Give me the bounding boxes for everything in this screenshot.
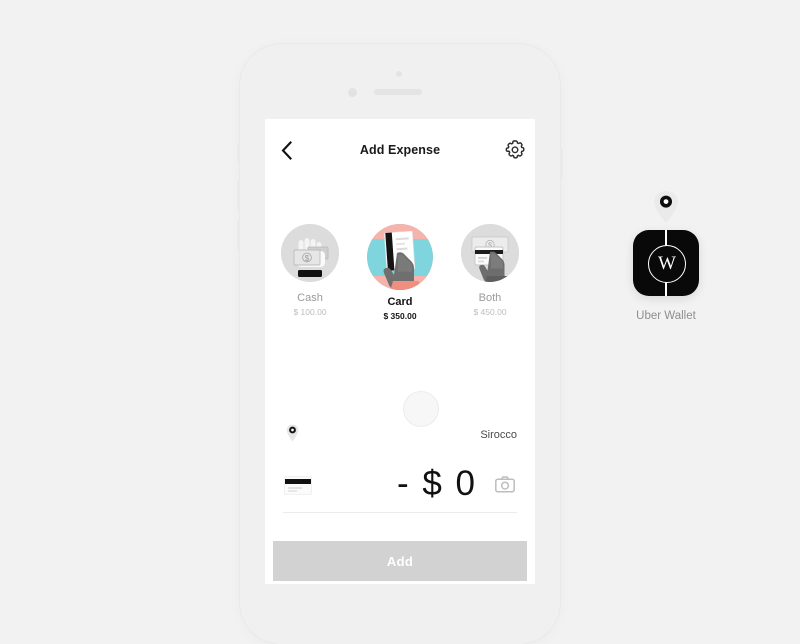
amount-input[interactable]: - $ 0 (397, 462, 477, 506)
cash-in-hand-icon: $ (281, 224, 339, 282)
card-stripe (285, 479, 311, 484)
card-and-cash-icon: $ (461, 224, 519, 282)
payment-option-card[interactable]: Card $ 350.00 (360, 224, 440, 321)
gear-icon (505, 140, 525, 159)
amount-row: - $ 0 (283, 464, 517, 508)
app-icon-ring: W (648, 245, 686, 283)
location-pin-icon (653, 190, 679, 224)
app-shortcut: W Uber Wallet (620, 190, 712, 322)
avatar-placeholder[interactable] (403, 391, 439, 427)
page-title: Add Expense (359, 143, 441, 157)
add-button-label: Add (386, 553, 414, 569)
phone-silent-switch (237, 144, 240, 162)
phone-power-button (560, 148, 563, 178)
card-in-hand-icon (367, 224, 433, 290)
app-icon[interactable]: W (633, 230, 699, 296)
svg-text:$: $ (305, 254, 310, 263)
payment-method-options: $ Cash $ 100.00 Card $ 350.00 $ Both $ 4… (265, 224, 535, 321)
option-label: Card (387, 296, 413, 308)
phone-proximity-sensor (396, 71, 402, 77)
add-button[interactable]: Add (273, 541, 527, 581)
payment-option-both[interactable]: $ Both $ 450.00 (450, 224, 530, 317)
phone-earpiece-speaker (374, 89, 422, 95)
option-label: Both (478, 292, 502, 304)
card-line (288, 490, 297, 492)
place-name[interactable]: Sirocco (480, 429, 517, 441)
card-line (288, 487, 302, 489)
settings-button[interactable] (505, 139, 525, 159)
phone-mockup: Add Expense $ Cash $ 100.00 Card $ 350.0… (237, 44, 563, 644)
app-screen: Add Expense $ Cash $ 100.00 Card $ 350.0… (265, 119, 535, 584)
phone-front-camera (348, 88, 357, 97)
app-label: Uber Wallet (636, 310, 696, 322)
option-amount: $ 350.00 (383, 311, 417, 321)
option-label: Cash (297, 292, 323, 304)
phone-volume-up-button (237, 180, 240, 210)
amount-underline (283, 512, 517, 513)
navigation-bar: Add Expense (265, 119, 535, 181)
payment-option-cash[interactable]: $ Cash $ 100.00 (270, 224, 350, 317)
phone-volume-down-button (237, 220, 240, 250)
credit-card-icon[interactable] (284, 476, 312, 495)
option-amount: $ 100.00 (293, 307, 327, 317)
app-icon-letter: W (658, 253, 676, 274)
camera-icon[interactable] (495, 476, 515, 493)
location-pin-icon[interactable] (286, 424, 299, 442)
option-amount: $ 450.00 (473, 307, 507, 317)
